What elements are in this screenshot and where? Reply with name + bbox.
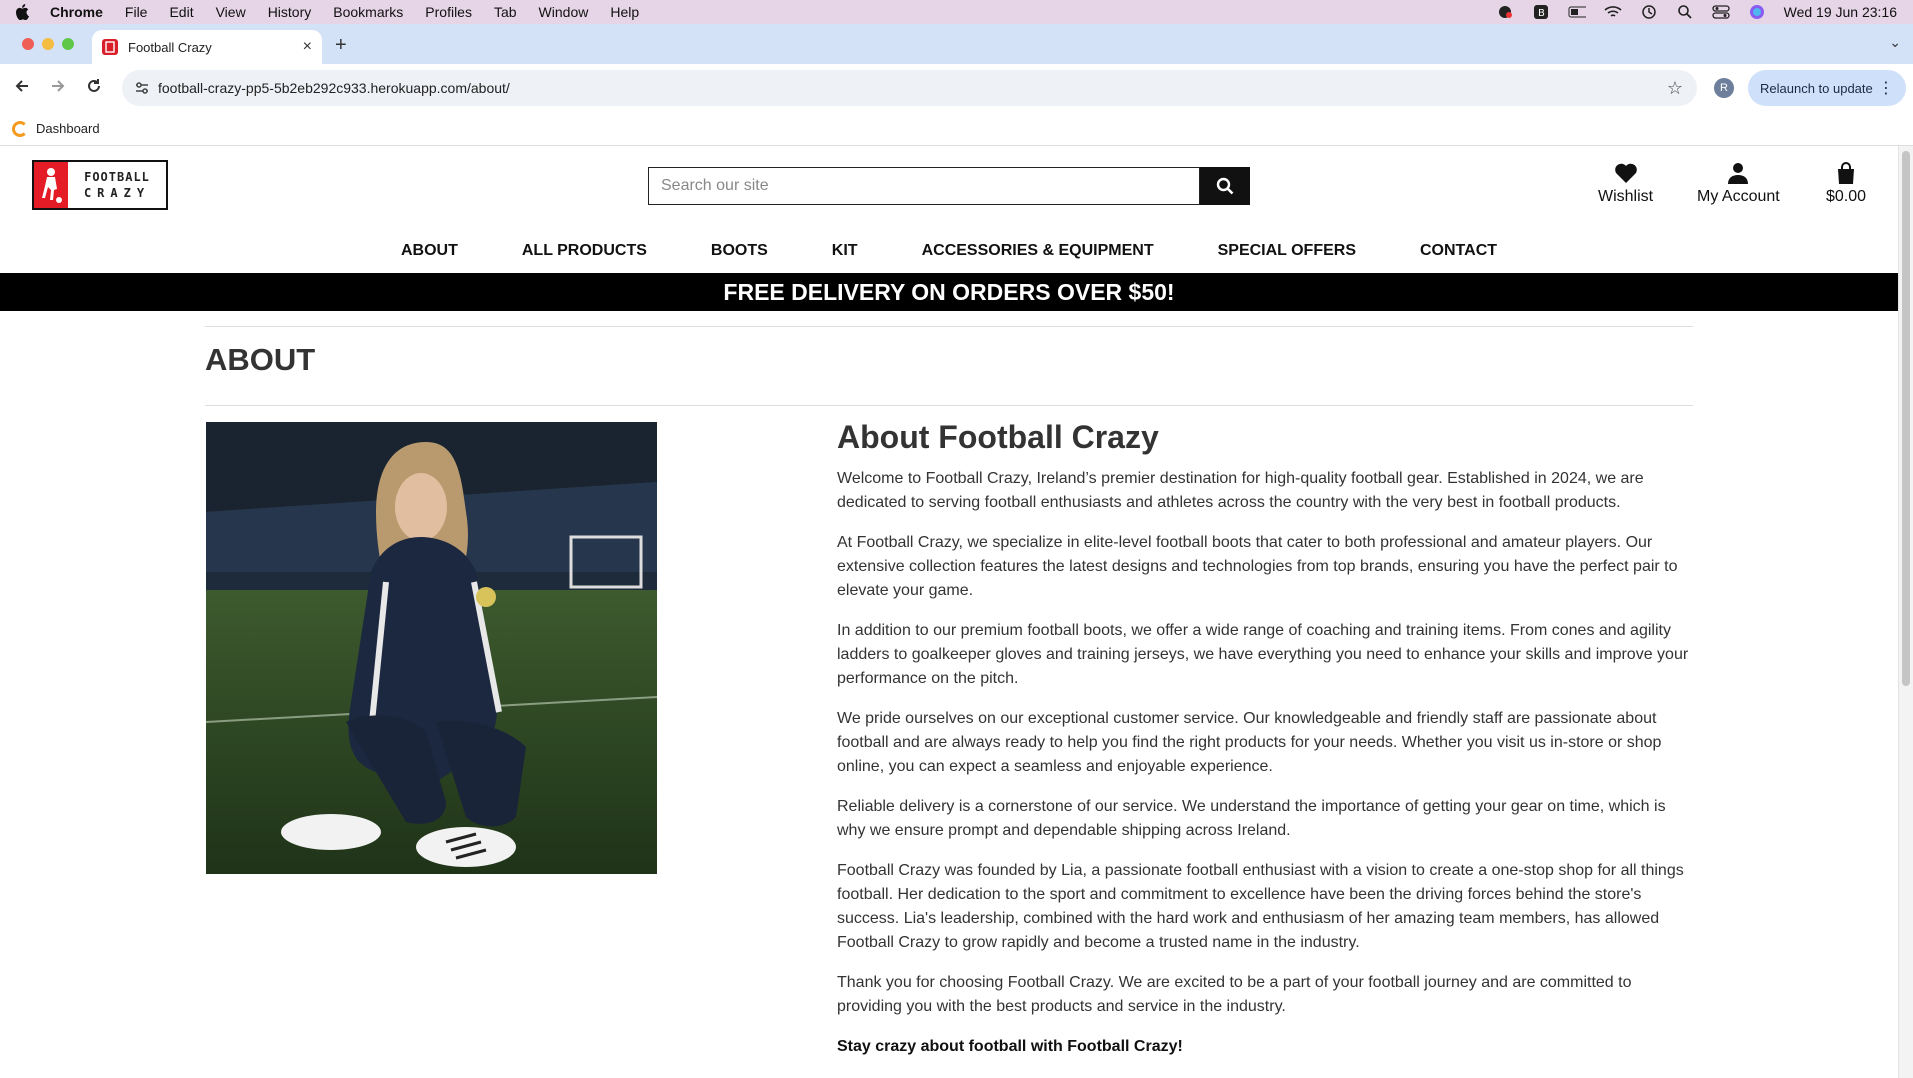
menu-profiles[interactable]: Profiles	[425, 4, 472, 20]
account-label: My Account	[1697, 188, 1780, 205]
about-paragraph: In addition to our premium football boot…	[837, 622, 1689, 687]
menu-app-name[interactable]: Chrome	[50, 4, 103, 20]
app-b-icon[interactable]: B	[1532, 5, 1550, 19]
spotlight-search-icon[interactable]	[1676, 5, 1694, 19]
divider	[205, 326, 1693, 327]
nav-about[interactable]: ABOUT	[369, 236, 490, 266]
battery-icon[interactable]	[1568, 5, 1586, 19]
wishlist-label: Wishlist	[1598, 188, 1654, 205]
shopping-bag-icon	[1838, 162, 1855, 184]
about-paragraph: Thank you for choosing Football Crazy. W…	[837, 974, 1632, 1015]
wifi-icon[interactable]	[1604, 5, 1622, 19]
os-menubar: Chrome File Edit View History Bookmarks …	[0, 0, 1913, 24]
bookmarks-bar: Dashboard	[0, 112, 1913, 146]
reload-icon[interactable]	[86, 78, 102, 99]
menu-tab[interactable]: Tab	[494, 4, 517, 20]
browser-tab-strip: Football Crazy × + ⌄	[0, 24, 1913, 64]
window-minimize-button[interactable]	[42, 38, 54, 50]
search-icon	[1216, 177, 1234, 195]
svg-text:B: B	[1538, 8, 1545, 19]
free-delivery-banner: FREE DELIVERY ON ORDERS OVER $50!	[0, 273, 1898, 311]
about-paragraph: Football Crazy was founded by Lia, a pas…	[837, 862, 1684, 951]
about-paragraph: We pride ourselves on our exceptional cu…	[837, 710, 1662, 775]
search-input[interactable]	[648, 167, 1200, 205]
nav-contact[interactable]: CONTACT	[1388, 236, 1529, 266]
logo-line-2: CRAZY	[83, 186, 151, 200]
bookmark-dashboard[interactable]: Dashboard	[12, 120, 100, 137]
about-paragraph: Welcome to Football Crazy, Ireland’s pre…	[837, 470, 1644, 511]
back-arrow-icon[interactable]	[14, 78, 30, 99]
menu-help[interactable]: Help	[610, 4, 639, 20]
search-button[interactable]	[1200, 167, 1250, 205]
nav-boots[interactable]: BOOTS	[679, 236, 800, 266]
tab-title: Football Crazy	[128, 39, 212, 55]
time-machine-icon[interactable]	[1640, 5, 1658, 19]
profile-avatar[interactable]: R	[1714, 78, 1734, 98]
relaunch-label: Relaunch to update	[1760, 80, 1873, 96]
scrollbar-thumb[interactable]	[1902, 151, 1910, 686]
menubar-datetime[interactable]: Wed 19 Jun 23:16	[1784, 4, 1897, 20]
site-search	[648, 167, 1250, 205]
menu-bookmarks[interactable]: Bookmarks	[333, 4, 403, 20]
nav-kit[interactable]: KIT	[800, 236, 890, 266]
logo-wordmark: FOOTBALL CRAZY	[68, 169, 166, 201]
footballer-logo-icon	[34, 162, 68, 208]
my-account-link[interactable]: My Account	[1697, 162, 1780, 206]
nav-all-products[interactable]: ALL PRODUCTS	[490, 236, 679, 266]
logo-line-1: FOOTBALL	[84, 170, 150, 184]
menu-history[interactable]: History	[268, 4, 312, 20]
site-settings-icon[interactable]	[134, 80, 150, 99]
new-tab-plus-icon[interactable]: +	[335, 34, 347, 57]
control-center-icon[interactable]	[1711, 5, 1730, 19]
wishlist-link[interactable]: Wishlist	[1598, 162, 1653, 206]
tab-search-chevron-icon[interactable]: ⌄	[1889, 34, 1901, 51]
bookmark-label: Dashboard	[36, 121, 100, 136]
page-viewport: FOOTBALL CRAZY Wishlist My Account $0.00…	[0, 146, 1898, 1078]
menu-file[interactable]: File	[125, 4, 148, 20]
page-title: ABOUT	[205, 342, 316, 377]
menu-window[interactable]: Window	[539, 4, 589, 20]
user-icon	[1728, 163, 1749, 184]
about-photo	[206, 422, 657, 874]
cart-link[interactable]: $0.00	[1826, 162, 1866, 206]
address-bar[interactable]: football-crazy-pp5-5b2eb292c933.herokuap…	[122, 70, 1697, 106]
bookmark-star-icon[interactable]: ☆	[1667, 78, 1683, 99]
about-paragraph: Reliable delivery is a cornerstone of ou…	[837, 798, 1666, 839]
forward-arrow-icon[interactable]	[50, 78, 66, 99]
heart-icon	[1614, 163, 1637, 183]
apple-icon[interactable]	[14, 4, 30, 20]
main-navigation: ABOUT ALL PRODUCTS BOOTS KIT ACCESSORIES…	[0, 236, 1898, 266]
more-vertical-icon[interactable]: ⋮	[1878, 78, 1894, 98]
menu-view[interactable]: View	[216, 4, 246, 20]
site-favicon-icon	[102, 39, 118, 55]
creative-cloud-icon[interactable]	[1496, 5, 1514, 19]
nav-special-offers[interactable]: SPECIAL OFFERS	[1186, 236, 1388, 266]
address-url: football-crazy-pp5-5b2eb292c933.herokuap…	[158, 80, 510, 96]
about-content: About Football Crazy Welcome to Football…	[837, 419, 1697, 1075]
window-close-button[interactable]	[22, 38, 34, 50]
dashboard-bookmark-icon	[12, 120, 28, 137]
nav-accessories-equipment[interactable]: ACCESSORIES & EQUIPMENT	[890, 236, 1186, 266]
siri-icon[interactable]	[1748, 5, 1766, 19]
menu-edit[interactable]: Edit	[169, 4, 193, 20]
browser-toolbar: football-crazy-pp5-5b2eb292c933.herokuap…	[0, 64, 1913, 112]
cart-total: $0.00	[1826, 188, 1867, 205]
page-scrollbar[interactable]	[1898, 146, 1913, 1078]
window-zoom-button[interactable]	[62, 38, 74, 50]
about-paragraph: At Football Crazy, we specialize in elit…	[837, 534, 1678, 599]
tab-close-icon[interactable]: ×	[303, 38, 312, 56]
relaunch-update-button[interactable]: Relaunch to update ⋮	[1748, 70, 1906, 106]
divider	[205, 405, 1693, 406]
site-logo[interactable]: FOOTBALL CRAZY	[32, 160, 168, 210]
about-closing-line: Stay crazy about football with Football …	[837, 1038, 1183, 1055]
about-heading: About Football Crazy	[837, 419, 1159, 455]
browser-tab-active[interactable]: Football Crazy ×	[92, 30, 322, 64]
